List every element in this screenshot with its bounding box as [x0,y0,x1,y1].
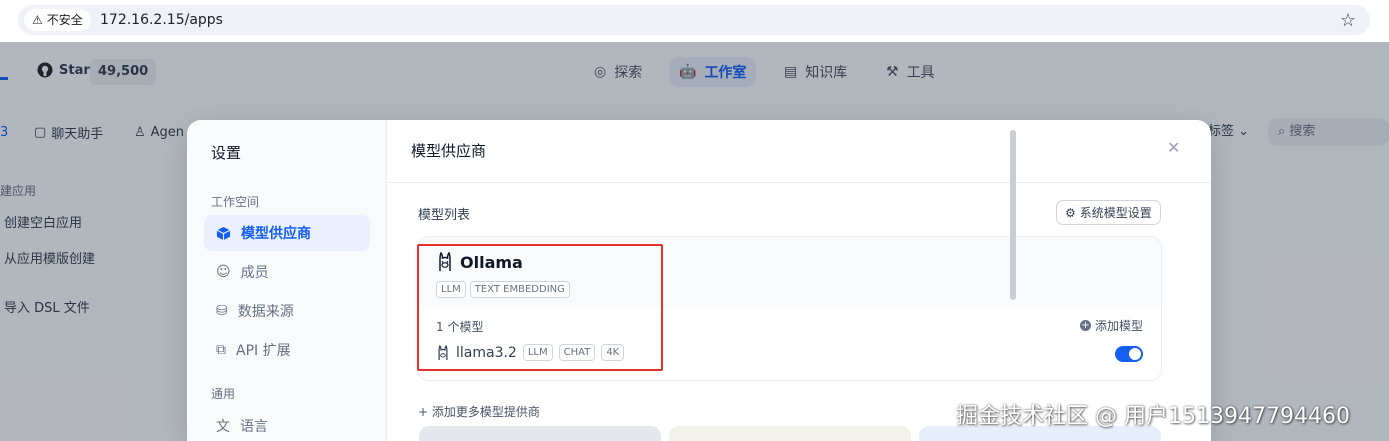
sidebar-item-label: 成员 [240,265,269,281]
general-section-label: 通用 [211,387,236,401]
sidebar-item-label: API 扩展 [236,343,291,359]
browser-toolbar: ⚠ 不安全 172.16.2.15/apps ☆ [0,0,1389,42]
plus-circle-icon: + [1080,320,1091,331]
puzzle-icon: ⧉ [216,342,226,358]
content-title: 模型供应商 [411,142,487,160]
warning-icon: ⚠ [32,13,43,27]
sidebar-item-label: 模型供应商 [241,226,311,242]
settings-modal: 设置 工作空间 模型供应商 ☺ 成员 ⛁ 数据来源 ⧉ API 扩展 通用 文 … [187,120,1211,441]
gear-icon: ⚙ [1065,205,1076,220]
sidebar-item-data-source[interactable]: ⛁ 数据来源 [204,293,370,329]
insecure-label: 不安全 [46,13,83,27]
model-list-label: 模型列表 [418,208,471,223]
close-icon[interactable]: ✕ [1167,138,1180,157]
highlight-annotation-box [417,244,663,371]
system-model-settings-button[interactable]: ⚙ 系统模型设置 [1056,200,1161,225]
add-model-label: 添加模型 [1095,319,1144,333]
sidebar-item-members[interactable]: ☺ 成员 [204,254,370,290]
model-enable-toggle[interactable] [1115,346,1143,362]
plus-icon: + [418,405,429,419]
settings-title: 设置 [211,144,242,162]
provider-option-card[interactable] [669,426,911,441]
workspace-section-label: 工作空间 [211,195,260,209]
cube-icon [216,226,231,240]
modal-scrollbar[interactable] [1010,130,1016,300]
provider-option-card[interactable] [419,426,661,441]
sidebar-item-api-extension[interactable]: ⧉ API 扩展 [204,332,370,368]
security-indicator[interactable]: ⚠ 不安全 [24,9,91,31]
bookmark-star-icon[interactable]: ☆ [1340,10,1356,31]
members-icon: ☺ [216,264,231,280]
translate-icon: 文 [216,419,230,435]
address-bar[interactable]: ⚠ 不安全 172.16.2.15/apps ☆ [18,5,1370,35]
system-model-settings-label: 系统模型设置 [1079,206,1152,220]
settings-sidebar: 设置 工作空间 模型供应商 ☺ 成员 ⛁ 数据来源 ⧉ API 扩展 通用 文 … [187,120,387,441]
sidebar-item-label: 语言 [240,419,268,435]
sidebar-item-label: 数据来源 [237,304,294,320]
add-more-providers-label: 添加更多模型提供商 [431,405,540,419]
add-model-button[interactable]: + 添加模型 [1080,317,1143,334]
header-divider [387,182,1211,183]
watermark: 掘金技术社区 @ 用户1513947794460 [956,404,1350,429]
database-icon: ⛁ [216,303,228,319]
url-text[interactable]: 172.16.2.15/apps [100,5,223,35]
add-more-providers[interactable]: + 添加更多模型提供商 [418,403,540,420]
sidebar-item-model-provider[interactable]: 模型供应商 [204,215,370,251]
sidebar-item-language[interactable]: 文 语言 [204,408,370,441]
